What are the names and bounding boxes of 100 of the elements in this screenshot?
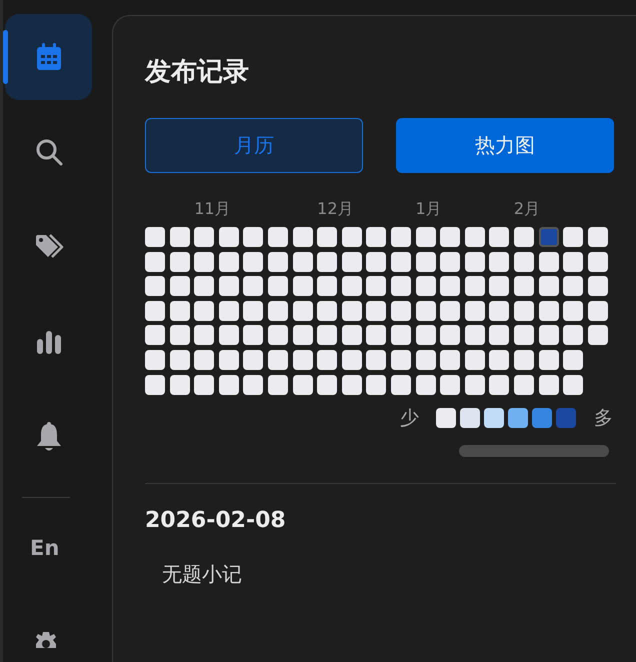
heatmap-cell[interactable] bbox=[170, 252, 190, 272]
heatmap-cell[interactable] bbox=[514, 325, 534, 346]
heatmap-cell[interactable] bbox=[170, 374, 190, 395]
heatmap-cell[interactable] bbox=[464, 325, 485, 346]
heatmap-cell[interactable] bbox=[145, 325, 165, 346]
heatmap-cell[interactable] bbox=[342, 325, 362, 346]
heatmap-cell[interactable] bbox=[440, 252, 460, 272]
heatmap-cell[interactable] bbox=[366, 227, 386, 247]
heatmap-cell[interactable] bbox=[366, 325, 386, 346]
heatmap-cell[interactable] bbox=[194, 374, 214, 395]
heatmap-cell[interactable] bbox=[243, 350, 264, 370]
heatmap-cell[interactable] bbox=[514, 276, 534, 296]
heatmap-cell[interactable] bbox=[292, 350, 313, 370]
heatmap-cell[interactable] bbox=[145, 350, 165, 370]
heatmap-cell[interactable] bbox=[538, 227, 558, 247]
heatmap-cell[interactable] bbox=[416, 227, 436, 247]
scrollbar[interactable] bbox=[459, 444, 609, 457]
heatmap-cell[interactable] bbox=[489, 374, 510, 395]
heatmap-cell[interactable] bbox=[588, 252, 608, 272]
heatmap-cell[interactable] bbox=[170, 350, 190, 370]
heatmap-cell[interactable] bbox=[292, 300, 313, 321]
heatmap-cell[interactable] bbox=[538, 325, 558, 346]
heatmap-cell[interactable] bbox=[243, 325, 264, 346]
heatmap-cell[interactable] bbox=[268, 325, 288, 346]
heatmap-cell[interactable] bbox=[588, 227, 608, 247]
heatmap-cell[interactable] bbox=[145, 276, 165, 296]
heatmap-cell[interactable] bbox=[489, 300, 510, 321]
heatmap-cell[interactable] bbox=[390, 252, 411, 272]
heatmap-cell[interactable] bbox=[390, 276, 411, 296]
heatmap-cell[interactable] bbox=[317, 374, 338, 395]
heatmap-cell[interactable] bbox=[170, 227, 190, 247]
heatmap-cell[interactable] bbox=[243, 374, 264, 395]
heatmap-cell[interactable] bbox=[416, 350, 436, 370]
heatmap-cell[interactable] bbox=[514, 300, 534, 321]
heatmap-cell[interactable] bbox=[489, 276, 510, 296]
heatmap-cell[interactable] bbox=[538, 276, 558, 296]
heatmap-cell[interactable] bbox=[317, 227, 338, 247]
heatmap-cell[interactable] bbox=[292, 276, 313, 296]
heatmap-cell[interactable] bbox=[317, 252, 338, 272]
heatmap-cell[interactable] bbox=[489, 350, 510, 370]
heatmap-cell[interactable] bbox=[292, 325, 313, 346]
heatmap-cell[interactable] bbox=[563, 374, 584, 395]
heatmap-cell[interactable] bbox=[366, 252, 386, 272]
heatmap-cell[interactable] bbox=[390, 300, 411, 321]
heatmap-cell[interactable] bbox=[440, 276, 460, 296]
heatmap-cell[interactable] bbox=[464, 227, 485, 247]
view-tab[interactable]: 热力图 bbox=[396, 118, 614, 173]
heatmap-cell[interactable] bbox=[170, 325, 190, 346]
heatmap-cell[interactable] bbox=[243, 252, 264, 272]
heatmap-cell[interactable] bbox=[464, 252, 485, 272]
heatmap-cell[interactable] bbox=[342, 374, 362, 395]
heatmap-cell[interactable] bbox=[514, 350, 534, 370]
heatmap-cell[interactable] bbox=[390, 325, 411, 346]
heatmap-cell[interactable] bbox=[563, 276, 584, 296]
heatmap-cell[interactable] bbox=[268, 276, 288, 296]
language-button[interactable]: En bbox=[30, 536, 60, 560]
heatmap-cell[interactable] bbox=[440, 227, 460, 247]
heatmap-cell[interactable] bbox=[243, 276, 264, 296]
heatmap-cell[interactable] bbox=[145, 300, 165, 321]
heatmap-cell[interactable] bbox=[317, 276, 338, 296]
heatmap-cell[interactable] bbox=[538, 300, 558, 321]
heatmap-cell[interactable] bbox=[514, 374, 534, 395]
heatmap-cell[interactable] bbox=[464, 374, 485, 395]
heatmap-cell[interactable] bbox=[416, 276, 436, 296]
heatmap-cell[interactable] bbox=[170, 276, 190, 296]
heatmap-cell[interactable] bbox=[538, 252, 558, 272]
heatmap-cell[interactable] bbox=[194, 252, 214, 272]
heatmap-cell[interactable] bbox=[563, 252, 584, 272]
heatmap-cell[interactable] bbox=[218, 300, 239, 321]
heatmap-cell[interactable] bbox=[440, 374, 460, 395]
heatmap-cell[interactable] bbox=[292, 227, 313, 247]
heatmap-cell[interactable] bbox=[416, 374, 436, 395]
heatmap-cell[interactable] bbox=[194, 276, 214, 296]
heatmap-cell[interactable] bbox=[366, 276, 386, 296]
heatmap-cell[interactable] bbox=[145, 374, 165, 395]
heatmap-cell[interactable] bbox=[489, 252, 510, 272]
heatmap-cell[interactable] bbox=[563, 350, 584, 370]
heatmap-cell[interactable] bbox=[416, 252, 436, 272]
heatmap-cell[interactable] bbox=[317, 350, 338, 370]
heatmap-cell[interactable] bbox=[145, 252, 165, 272]
heatmap-cell[interactable] bbox=[292, 252, 313, 272]
heatmap-cell[interactable] bbox=[194, 350, 214, 370]
heatmap-cell[interactable] bbox=[218, 227, 239, 247]
heatmap-cell[interactable] bbox=[342, 276, 362, 296]
heatmap-cell[interactable] bbox=[366, 350, 386, 370]
heatmap-cell[interactable] bbox=[390, 350, 411, 370]
heatmap-cell[interactable] bbox=[218, 325, 239, 346]
heatmap-cell[interactable] bbox=[268, 300, 288, 321]
heatmap-cell[interactable] bbox=[366, 300, 386, 321]
heatmap-cell[interactable] bbox=[588, 325, 608, 346]
heatmap-cell[interactable] bbox=[218, 350, 239, 370]
heatmap-cell[interactable] bbox=[268, 374, 288, 395]
heatmap-cell[interactable] bbox=[416, 325, 436, 346]
heatmap-cell[interactable] bbox=[243, 227, 264, 247]
heatmap-cell[interactable] bbox=[588, 300, 608, 321]
heatmap-cell[interactable] bbox=[342, 300, 362, 321]
heatmap-cell[interactable] bbox=[563, 325, 584, 346]
heatmap-cell[interactable] bbox=[464, 276, 485, 296]
heatmap-cell[interactable] bbox=[588, 276, 608, 296]
heatmap-cell[interactable] bbox=[268, 350, 288, 370]
